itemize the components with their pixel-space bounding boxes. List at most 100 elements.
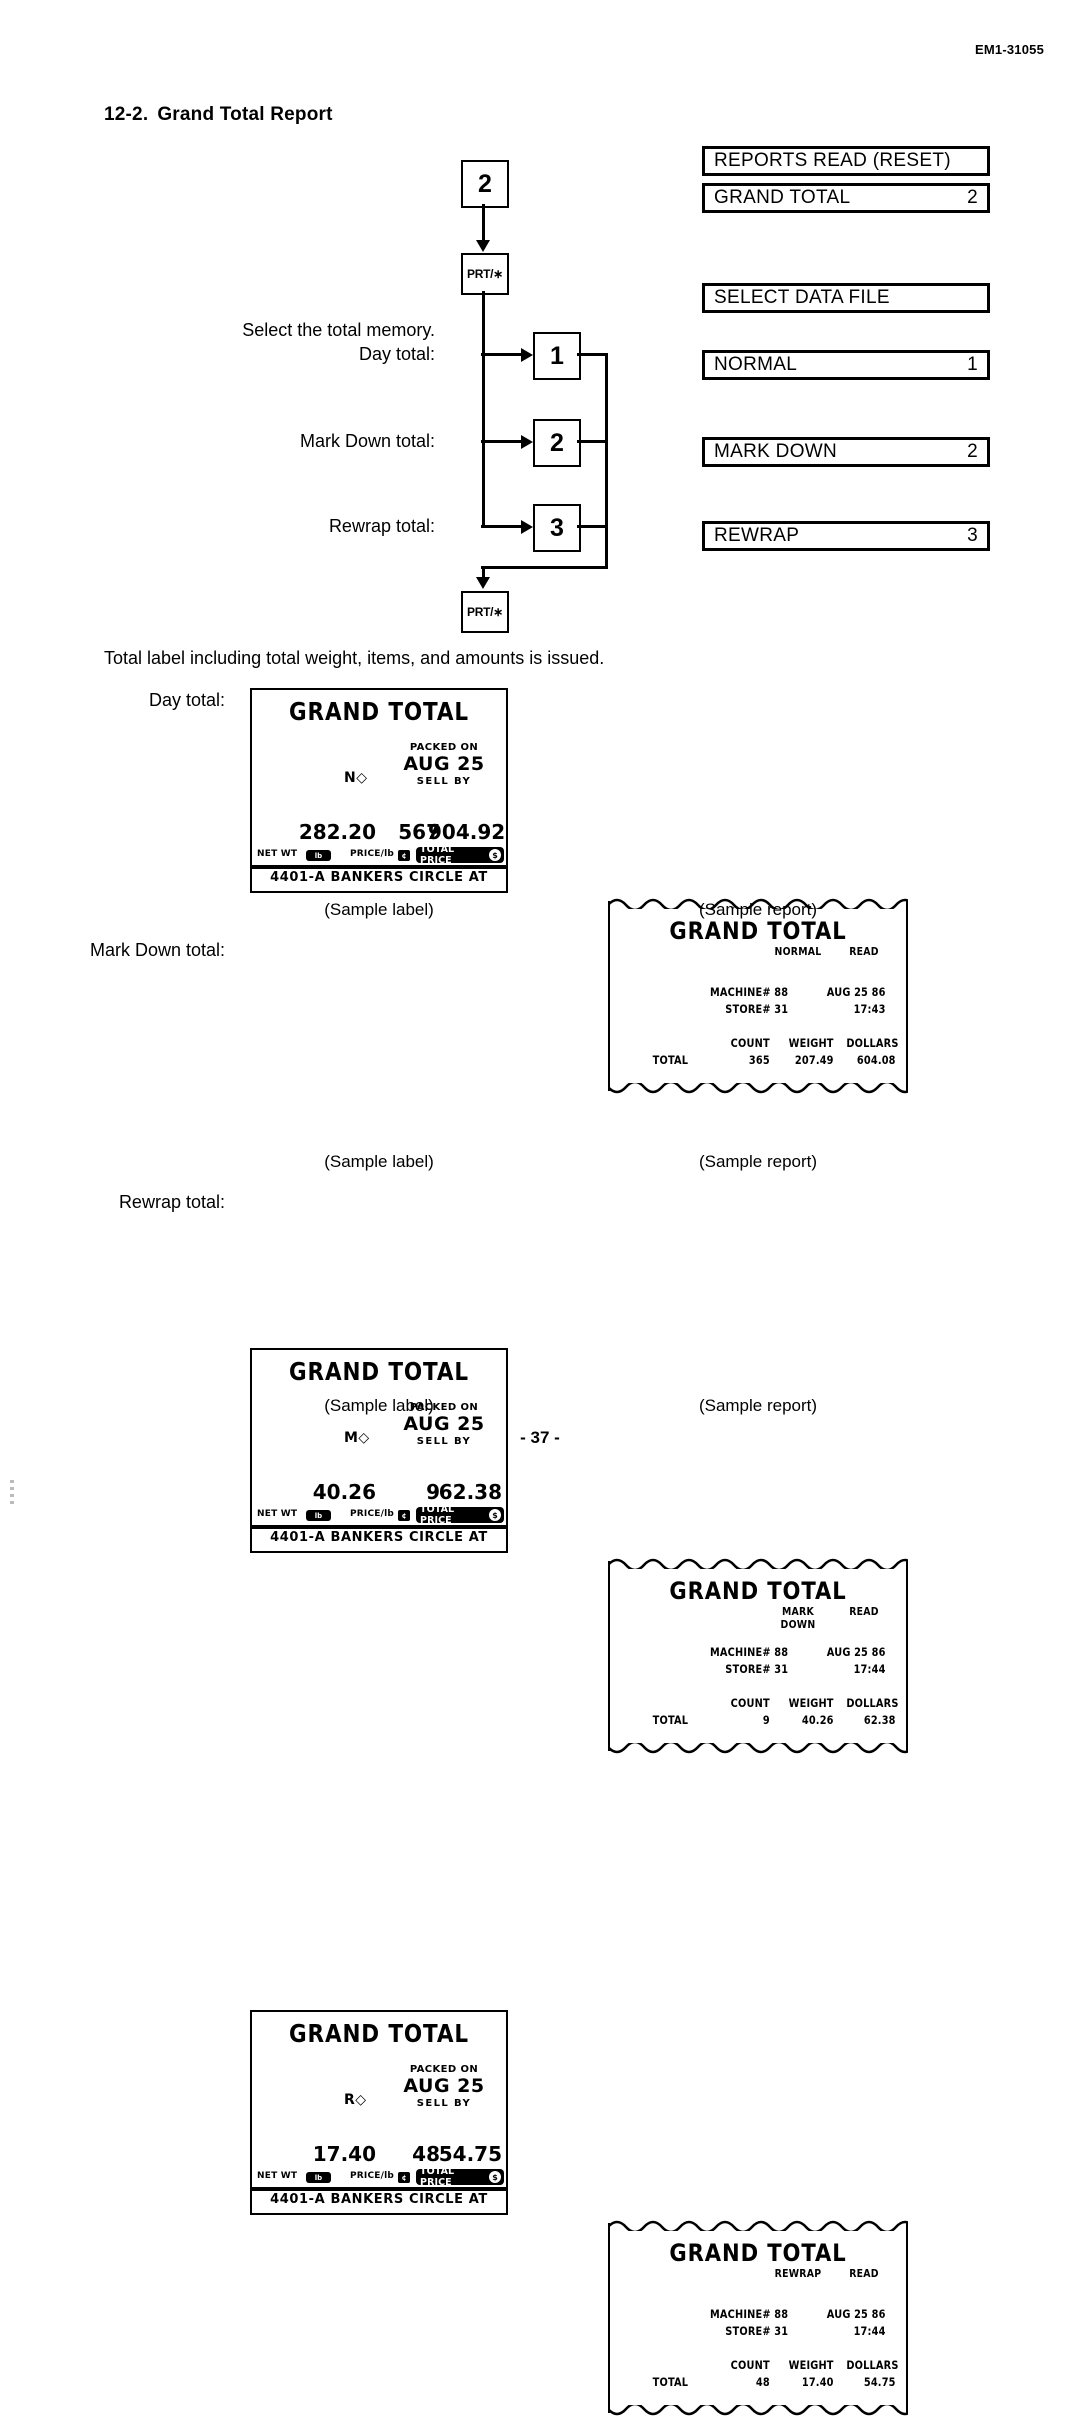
report-date: AUG 25 86: [826, 985, 886, 999]
section-number: 12-2.: [104, 104, 149, 125]
display-reports-read-reset: REPORTS READ (RESET): [702, 146, 990, 176]
report-column-headers: COUNT WEIGHT DOLLARS: [608, 1036, 908, 1052]
arrowhead-right-branch-2: [521, 434, 533, 449]
report-date: AUG 25 86: [826, 2307, 886, 2321]
report-title: GRAND TOTAL: [669, 1577, 847, 1605]
flow-key-option-1[interactable]: 1: [533, 332, 581, 380]
flow-key-print-bottom[interactable]: PRT/∗: [461, 591, 509, 633]
report-header-weight: WEIGHT: [788, 2358, 834, 2372]
label-price-per-lb-caption: PRICE/lb: [350, 1509, 395, 1519]
label-mode-mark: R◇: [344, 2092, 367, 2108]
page-number: - 37 -: [520, 1428, 560, 1447]
label-values: 17.40 48 54.75: [252, 2142, 502, 2166]
dollar-icon: $: [489, 849, 501, 861]
report-row-label: TOTAL: [652, 2375, 689, 2389]
report-machine-number: MACHINE# 88: [710, 1645, 789, 1659]
arrowhead-down-to-print: [476, 240, 490, 252]
sample-label-day-total: GRAND TOTAL PACKED ON AUG 25 SELL BY N◇ …: [250, 688, 508, 893]
label-total-price-badge: TOTAL PRICE $: [416, 2166, 504, 2188]
label-net-weight-value: 17.40: [312, 2142, 376, 2166]
display-text: MARK DOWN: [714, 441, 838, 462]
display-normal: NORMAL 1: [702, 350, 990, 380]
report-header-dollars: DOLLARS: [846, 2358, 899, 2372]
flow-key-start[interactable]: 2: [461, 160, 509, 208]
flow-label-day-total: Day total:: [358, 344, 435, 364]
section-title-text: Grand Total Report: [157, 104, 333, 125]
label-net-wt-caption: NET WT: [257, 849, 298, 859]
report-column-headers: COUNT WEIGHT DOLLARS: [608, 2358, 908, 2374]
pound-icon: lb: [306, 850, 331, 861]
body-sentence: Total label including total weight, item…: [104, 648, 605, 668]
report-content: GRAND TOTAL NORMAL READ MACHINE# 88 STOR…: [608, 901, 908, 1091]
report-time: 17:44: [853, 1662, 886, 1676]
report-time: 17:43: [853, 1002, 886, 1016]
sample-label-markdown-total: GRAND TOTAL PACKED ON AUG 25 SELL BY M◇ …: [250, 1348, 508, 1553]
report-content: GRAND TOTAL REWRAP READ MACHINE# 88 STOR…: [608, 2223, 908, 2413]
display-text: GRAND TOTAL: [714, 187, 851, 208]
connector-merge-2: [577, 440, 608, 443]
report-count-value: 365: [748, 1053, 770, 1067]
flow-instruction: Select the total memory.: [242, 320, 435, 340]
label-net-wt-caption: NET WT: [257, 2171, 298, 2181]
report-machine-number: MACHINE# 88: [710, 2307, 789, 2321]
caption-sample-report: (Sample report): [698, 900, 818, 919]
flow-key-print-top[interactable]: PRT/∗: [461, 253, 509, 295]
cents-icon: ¢: [398, 1510, 410, 1521]
dollar-icon: $: [489, 1509, 501, 1521]
total-price-caption: TOTAL PRICE: [420, 2166, 455, 2188]
report-date: AUG 25 86: [826, 1645, 886, 1659]
pound-icon: lb: [306, 1510, 331, 1521]
label-packed-on: PACKED ON: [409, 742, 479, 753]
label-title: GRAND TOTAL: [289, 2019, 469, 2048]
label-unit-band: NET WT lb PRICE/lb ¢ TOTAL PRICE $: [252, 1504, 506, 1529]
display-text: NORMAL: [714, 354, 798, 375]
report-total-row: TOTAL 365 207.49 604.08: [608, 1053, 908, 1069]
report-mode: MARK DOWN: [780, 1605, 816, 1631]
caption-sample-label: (Sample label): [324, 1152, 434, 1171]
label-total-price-badge: TOTAL PRICE $: [416, 844, 504, 866]
report-header-count: COUNT: [730, 1036, 770, 1050]
report-header-count: COUNT: [730, 1696, 770, 1710]
display-text: REWRAP: [714, 525, 800, 546]
label-net-weight-value: 282.20: [298, 820, 376, 844]
report-weight-value: 17.40: [801, 2375, 834, 2389]
report-read: READ: [849, 1605, 879, 1618]
row-label-markdown-total: Mark Down total:: [89, 940, 225, 960]
display-mark-down: MARK DOWN 2: [702, 437, 990, 467]
label-values: 40.26 9 62.38: [252, 1480, 502, 1504]
arrowhead-right-branch-1: [521, 347, 533, 362]
flow-key-option-2[interactable]: 2: [533, 419, 581, 467]
report-row-label: TOTAL: [652, 1713, 689, 1727]
arrowhead-down-to-print-bottom: [476, 577, 490, 589]
connector-branch-2: [481, 440, 523, 443]
display-value: 2: [967, 441, 978, 462]
display-value: 1: [967, 354, 978, 375]
label-sell-by: SELL BY: [416, 2098, 472, 2109]
sample-report-rewrap-total: GRAND TOTAL REWRAP READ MACHINE# 88 STOR…: [608, 2215, 908, 2420]
label-price-per-lb-caption: PRICE/lb: [350, 849, 395, 859]
label-unit-band: NET WT lb PRICE/lb ¢ TOTAL PRICE $: [252, 2166, 506, 2191]
report-dollars-value: 62.38: [863, 1713, 896, 1727]
report-header-weight: WEIGHT: [788, 1696, 834, 1710]
connector-merge-1: [577, 353, 608, 356]
label-address: 4401-A BANKERS CIRCLE AT: [270, 870, 488, 885]
report-store-number: STORE# 31: [725, 1662, 789, 1676]
flow-label-rewrap-total: Rewrap total:: [328, 516, 435, 536]
display-text: SELECT DATA FILE: [714, 287, 890, 308]
label-total-price-value: 62.38: [438, 1480, 502, 1504]
report-weight-value: 207.49: [794, 1053, 834, 1067]
sample-report-day-total: GRAND TOTAL NORMAL READ MACHINE# 88 STOR…: [608, 893, 908, 1098]
report-header-weight: WEIGHT: [788, 1036, 834, 1050]
report-read: READ: [849, 2267, 879, 2280]
flow-key-option-3[interactable]: 3: [533, 504, 581, 552]
label-sell-by: SELL BY: [416, 776, 472, 787]
dollar-icon: $: [489, 2171, 501, 2183]
label-total-price-value: 54.75: [438, 2142, 502, 2166]
label-total-price-badge: TOTAL PRICE $: [416, 1504, 504, 1526]
label-total-price-value: 904.92: [428, 820, 506, 844]
pound-icon: lb: [306, 2172, 331, 2183]
label-net-wt-caption: NET WT: [257, 1509, 298, 1519]
report-header-count: COUNT: [730, 2358, 770, 2372]
report-dollars-value: 604.08: [856, 1053, 896, 1067]
arrowhead-right-branch-3: [521, 519, 533, 534]
